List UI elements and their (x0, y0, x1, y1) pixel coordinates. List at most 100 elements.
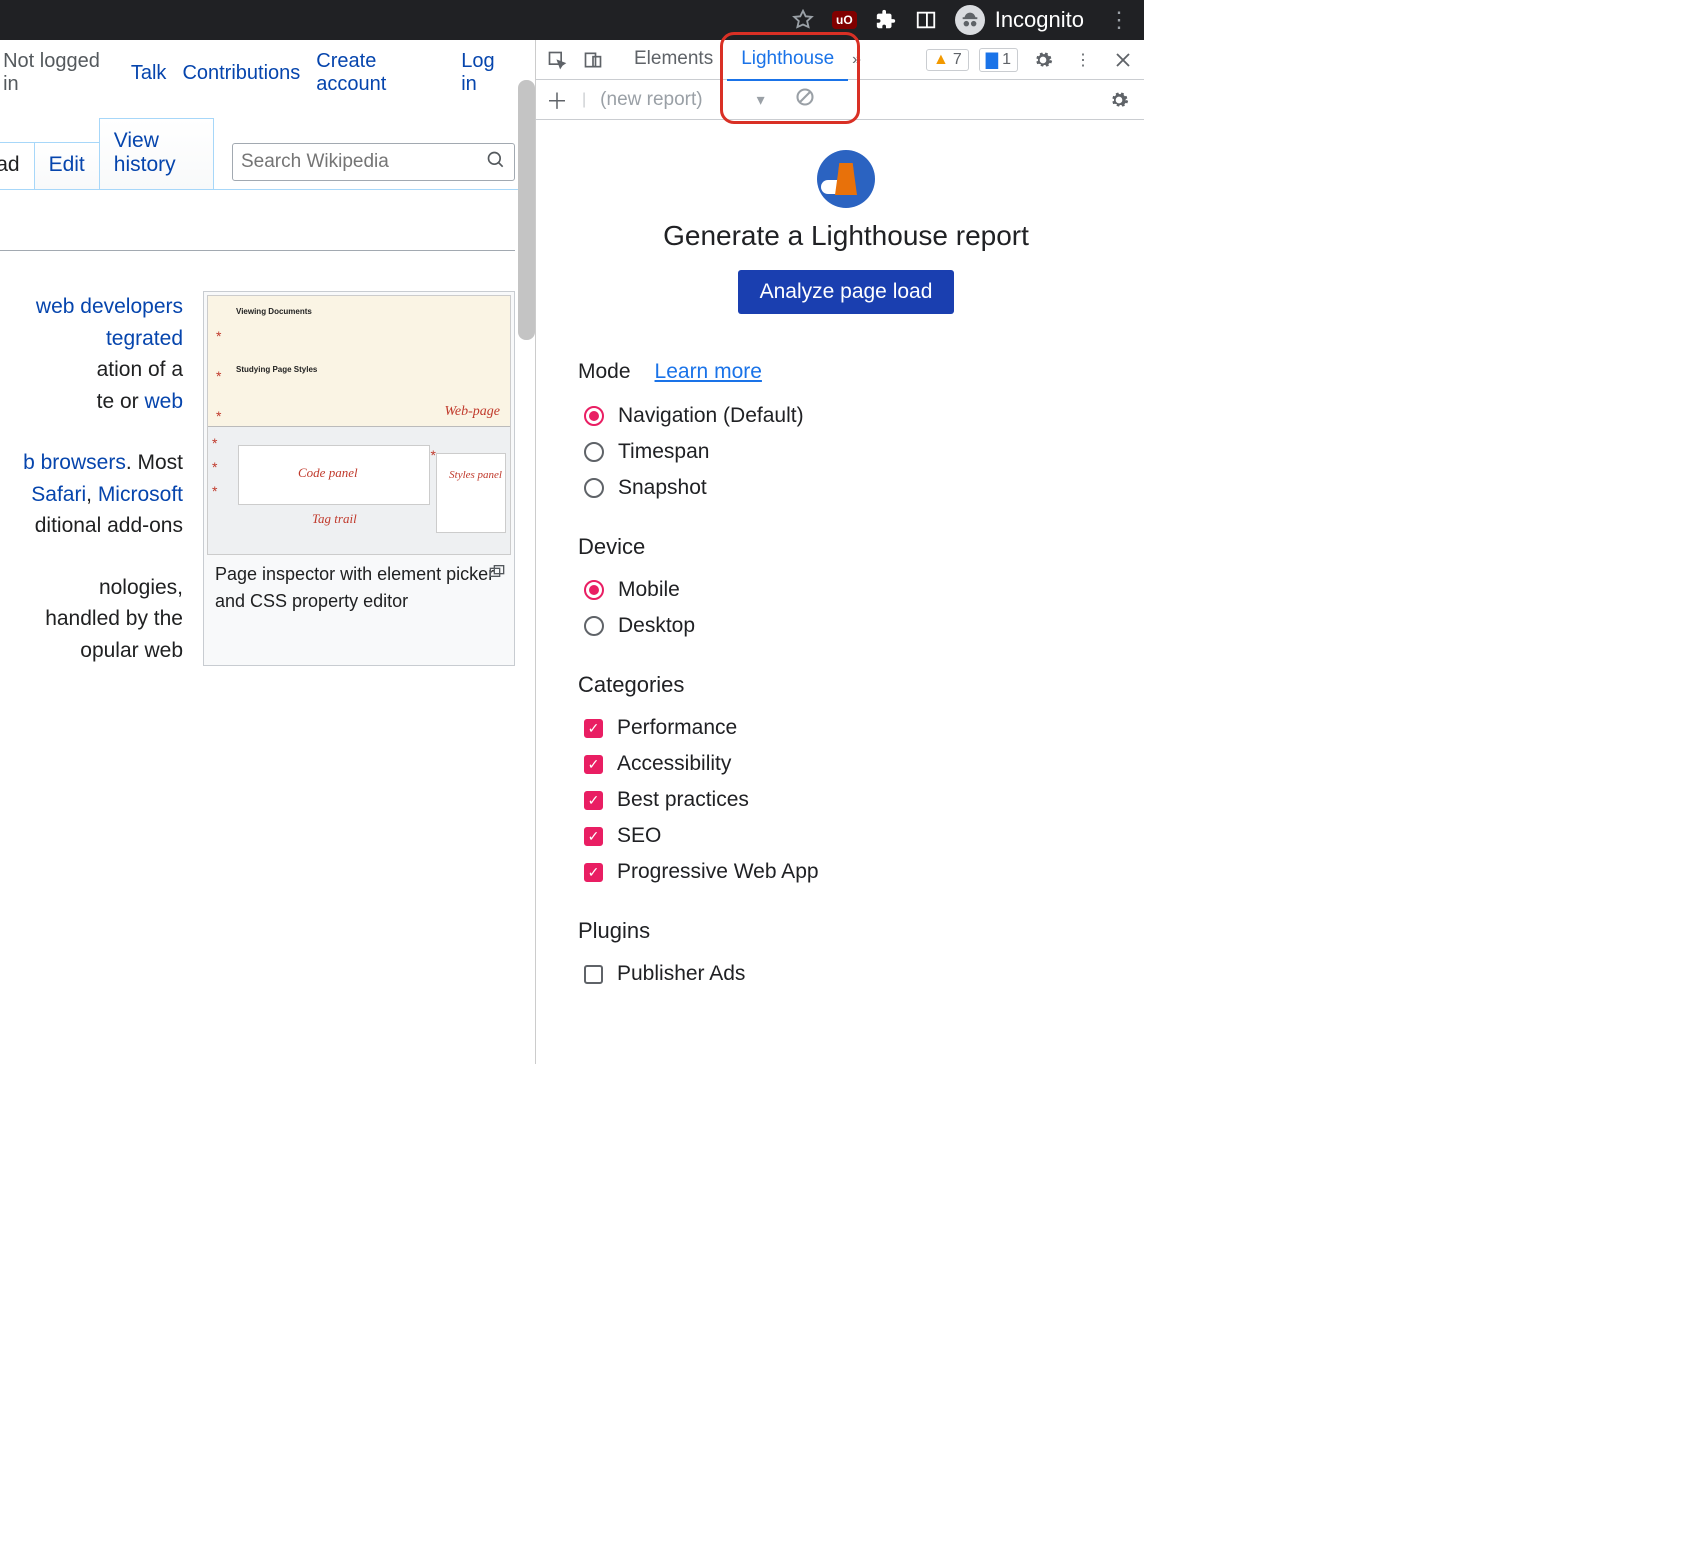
checkbox-accessibility[interactable]: ✓ (584, 755, 603, 774)
radio-label: Mobile (618, 578, 680, 602)
incognito-icon (955, 5, 985, 35)
ublock-icon[interactable]: uO (832, 11, 857, 29)
report-name-label[interactable]: (new report) (600, 89, 702, 111)
lighthouse-settings-icon[interactable] (1104, 85, 1134, 115)
analyze-button[interactable]: Analyze page load (738, 270, 955, 314)
wiki-article-body: web developers tegrated ation of a te or… (0, 190, 535, 686)
wiki-link[interactable]: Safari (31, 483, 86, 506)
clear-icon[interactable] (795, 87, 815, 112)
radio-label: Navigation (Default) (618, 404, 804, 428)
radio-desktop[interactable] (584, 616, 604, 636)
body-text: , (86, 483, 98, 506)
issue-count: 1 (1002, 51, 1011, 69)
device-label: Device (578, 534, 1114, 560)
thumb-section-label: Studying Page Styles (236, 364, 502, 376)
thumb-tag-label: Tag trail (312, 509, 357, 529)
checkbox-label: SEO (617, 824, 661, 848)
more-tabs-icon[interactable]: » (848, 51, 865, 69)
tab-edit[interactable]: Edit (34, 142, 100, 189)
panel-icon[interactable] (915, 9, 937, 31)
categories-label: Categories (578, 672, 1114, 698)
body-text: handled by the (0, 603, 183, 635)
inspect-element-icon[interactable] (542, 45, 572, 75)
search-input[interactable] (241, 151, 486, 173)
wiki-link[interactable]: web developers (36, 295, 183, 318)
checkbox-performance[interactable]: ✓ (584, 719, 603, 738)
figure-caption: Page inspector with element picker and C… (207, 555, 511, 625)
figure-thumbnail[interactable]: Viewing Documents Studying Page Styles W… (207, 295, 511, 555)
checkbox-label: Accessibility (617, 752, 731, 776)
report-dropdown-icon[interactable]: ▾ (757, 90, 765, 110)
checkbox-pwa[interactable]: ✓ (584, 863, 603, 882)
plugins-label: Plugins (578, 918, 1114, 944)
tab-elements[interactable]: Elements (620, 39, 727, 81)
talk-link[interactable]: Talk (131, 62, 167, 85)
body-text: te or (97, 390, 145, 413)
wiki-user-nav: Not logged in Talk Contributions Create … (0, 40, 535, 100)
radio-navigation[interactable] (584, 406, 604, 426)
issue-icon: ▇ (986, 50, 998, 70)
contributions-link[interactable]: Contributions (182, 62, 300, 85)
search-box[interactable] (232, 143, 515, 181)
wiki-tabs: ad Edit View history (0, 100, 535, 190)
login-link[interactable]: Log in (461, 50, 513, 96)
lighthouse-logo-icon (817, 150, 875, 208)
checkbox-best-practices[interactable]: ✓ (584, 791, 603, 810)
thumb-section-label: Viewing Documents (236, 306, 502, 318)
tab-view-history[interactable]: View history (99, 118, 214, 189)
wiki-link[interactable]: web (144, 390, 183, 413)
article-figure: Viewing Documents Studying Page Styles W… (203, 291, 515, 666)
wikipedia-page: Not logged in Talk Contributions Create … (0, 40, 536, 1064)
radio-mobile[interactable] (584, 580, 604, 600)
article-divider (0, 250, 515, 251)
new-report-icon[interactable]: ＋ (546, 84, 568, 116)
thumb-styles-label: Styles panel (449, 467, 502, 484)
tab-lighthouse[interactable]: Lighthouse (727, 39, 848, 81)
scrollbar-thumb[interactable] (518, 80, 535, 340)
devtools-menu-icon[interactable]: ⋮ (1068, 45, 1098, 75)
radio-label: Snapshot (618, 476, 707, 500)
create-account-link[interactable]: Create account (316, 50, 445, 96)
thumb-code-label: Code panel (298, 463, 358, 483)
enlarge-icon[interactable] (489, 559, 505, 586)
figure-caption-text: Page inspector with element picker and C… (215, 564, 494, 611)
not-logged-in-label: Not logged in (0, 50, 115, 96)
lighthouse-title: Generate a Lighthouse report (578, 220, 1114, 252)
close-devtools-icon[interactable] (1108, 45, 1138, 75)
wiki-link[interactable]: b browsers (23, 451, 126, 474)
radio-snapshot[interactable] (584, 478, 604, 498)
warning-count: 7 (953, 51, 962, 69)
wiki-link[interactable]: Microsoft (98, 483, 183, 506)
extensions-icon[interactable] (875, 9, 897, 31)
checkbox-label: Publisher Ads (617, 962, 745, 986)
checkbox-publisher-ads[interactable] (584, 965, 603, 984)
body-text: nologies, (0, 572, 183, 604)
checkbox-seo[interactable]: ✓ (584, 827, 603, 846)
not-logged-text: Not logged in (3, 50, 115, 96)
settings-gear-icon[interactable] (1028, 45, 1058, 75)
checkbox-label: Performance (617, 716, 737, 740)
wiki-link[interactable]: tegrated (106, 327, 183, 350)
bookmark-star-icon[interactable] (792, 9, 814, 31)
checkbox-label: Progressive Web App (617, 860, 819, 884)
warnings-badge[interactable]: ▲ 7 (926, 49, 969, 71)
incognito-label: Incognito (995, 7, 1084, 33)
body-text: opular web (0, 635, 183, 667)
radio-timespan[interactable] (584, 442, 604, 462)
learn-more-link[interactable]: Learn more (655, 360, 762, 384)
device-toggle-icon[interactable] (578, 45, 608, 75)
browser-toolbar: uO Incognito ⋮ (0, 0, 1144, 40)
lighthouse-toolbar: ＋ | (new report) ▾ (536, 80, 1144, 120)
thumb-webpage-label: Web-page (445, 401, 500, 422)
tab-read[interactable]: ad (0, 142, 35, 189)
body-text: . Most (126, 451, 183, 474)
browser-menu-icon[interactable]: ⋮ (1102, 7, 1136, 33)
incognito-indicator: Incognito (955, 5, 1084, 35)
devtools-tab-bar: Elements Lighthouse » ▲ 7 ▇ 1 ⋮ (536, 40, 1144, 80)
search-icon[interactable] (486, 150, 506, 175)
checkbox-label: Best practices (617, 788, 749, 812)
body-text: ation of a (0, 354, 183, 386)
lighthouse-body: Generate a Lighthouse report Analyze pag… (536, 120, 1144, 1012)
issues-badge[interactable]: ▇ 1 (979, 48, 1018, 72)
radio-label: Desktop (618, 614, 695, 638)
